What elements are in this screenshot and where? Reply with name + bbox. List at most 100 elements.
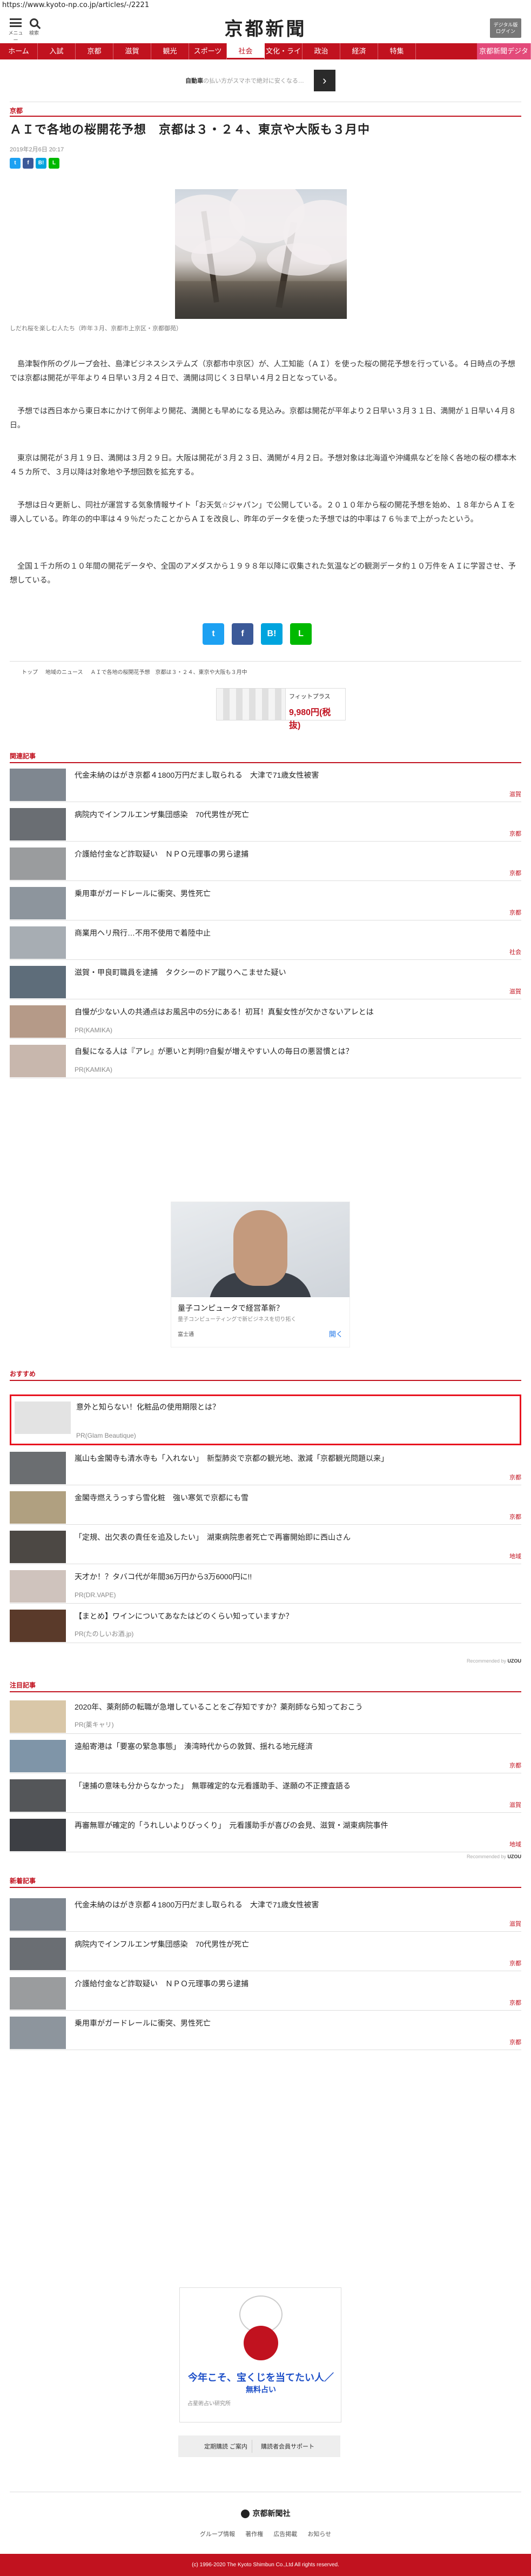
digital-login-button[interactable]: デジタル版 ログイン (490, 18, 521, 38)
list-item-title: 乗用車がガードレールに衝突、男性死亡 (75, 889, 211, 898)
line-icon[interactable]: L (49, 158, 59, 169)
ad-strip[interactable]: 自動車の払い方がスマホで絶対に安くなる… › (176, 69, 345, 92)
nav-item-tourism[interactable]: 観光 (151, 43, 189, 59)
list-item-tag: 滋賀 (509, 1802, 521, 1808)
list-item[interactable]: 自慢が少ない人の共通点はお風呂中の5分にある！初耳！真髪女性が欠かさないアレとは… (10, 1002, 521, 1039)
list-item[interactable]: 乗用車がガードレールに衝突、男性死亡 京都 (10, 2013, 521, 2050)
member-support-link[interactable]: 購読者会員サポート (257, 2440, 319, 2453)
list-item-title: 遠船寄港は「要塞の緊急事態」 湊湾時代からの敦賀、揺れる地元経済 (75, 1742, 313, 1751)
site-logo[interactable]: 京都新聞 (0, 14, 531, 41)
list-item[interactable]: 【まとめ】ワインについてあなたはどのくらい知っていますか？ PR(たのしいお酒.j… (10, 1606, 521, 1643)
list-item[interactable]: 滋賀・甲良町職員を逮捕 タクシーのドア蹴りへこませた疑い 滋賀 (10, 963, 521, 999)
list-item-tag: 京都 (509, 2000, 521, 2006)
ad-image (171, 1202, 349, 1297)
nav-item-features[interactable]: 特集 (378, 43, 416, 59)
list-item-title: 天才か！？タバコ代が年間36万円から3万6000円に!! (75, 1572, 252, 1581)
nav-item-sports[interactable]: スポーツ (189, 43, 227, 59)
chevron-right-icon[interactable]: › (313, 70, 335, 91)
bottom-ad-line2: 無料占い (246, 2385, 276, 2394)
list-item-tag: 京都 (509, 1474, 521, 1481)
ad-strip-prefix: 自動車 (185, 78, 204, 84)
list-item[interactable]: 病院内でインフルエンザ集団感染 70代男性が死亡京都 (10, 1934, 521, 1971)
site-header: メニュー 検索 京都新聞 デジタル版 ログイン (0, 11, 531, 43)
lucky-cat-icon (234, 2295, 288, 2360)
uzou-logo: UZOU (507, 1854, 522, 1859)
list-item[interactable]: 乗用車がガードレールに衝突、男性死亡 京都 (10, 884, 521, 920)
thumbnail (10, 1531, 66, 1563)
sponsor-label: PR(Glam Beautique) (76, 1432, 136, 1439)
section-rule (10, 762, 521, 763)
list-item[interactable]: 代金未納のはがき京都４1800万円だまし取られる 大津で71歳女性被害 滋賀 (10, 1895, 521, 1932)
ad-source: 富士通 (178, 1332, 194, 1338)
list-item[interactable]: 代金未納のはがき京都４1800万円だまし取られる 大津で71歳女性被害 滋賀 (10, 765, 521, 802)
list-item[interactable]: 病院内でインフルエンザ集団感染 70代男性が死亡 京都 (10, 805, 521, 842)
list-item[interactable]: 2020年、薬剤師の転職が急増していることをご存知ですか？薬剤師なら知っておこう… (10, 1697, 521, 1734)
ad-banner[interactable]: フィットプラス 9,980円(税抜) (216, 688, 346, 730)
nav-item-economy[interactable]: 経済 (340, 43, 378, 59)
facebook-icon[interactable]: f (232, 623, 253, 645)
list-item[interactable]: 遠船寄港は「要塞の緊急事態」 湊湾時代からの敦賀、揺れる地元経済京都 (10, 1737, 521, 1773)
list-item[interactable]: 再審無罪が確定的「うれしいよりびっくり」 元看護助手が喜びの会見、滋賀・湖東病院… (10, 1816, 521, 1852)
list-item[interactable]: 天才か！？タバコ代が年間36万円から3万6000円に!! PR(DR.VAPE) (10, 1567, 521, 1604)
footer-link[interactable]: お知らせ (307, 2531, 331, 2538)
section-label[interactable]: 京都 (10, 106, 23, 115)
recommended-by-text: Recommended by (466, 1854, 506, 1859)
list-item[interactable]: 介護給付金など詐取疑い ＮＰＯ元理事の男ら逮捕 京都 (10, 844, 521, 881)
thumbnail (10, 1819, 66, 1851)
list-item-title: 意外と知らない！化粧品の使用期限とは？ (76, 1403, 220, 1411)
list-item[interactable]: 商業用ヘリ飛行…不用不使用で着陸中止 社会 (10, 923, 521, 960)
list-item-title: 金閣寺燃えうっすら雪化粧 強い寒気で京都にも雪 (75, 1493, 248, 1502)
footer-logo-text: 京都新聞社 (252, 2509, 291, 2518)
list-item-tag: 京都 (509, 1763, 521, 1769)
list-item-title: 再審無罪が確定的「うれしいよりびっくり」 元看護助手が喜びの会見、滋賀・湖東病院… (75, 1821, 388, 1830)
list-item-title: 病院内でインフルエンザ集団感染 70代男性が死亡 (75, 810, 250, 819)
list-item[interactable]: 金閣寺燃えうっすら雪化粧 強い寒気で京都にも雪 京都 (10, 1488, 521, 1525)
sponsor-label: PR(DR.VAPE) (75, 1591, 116, 1599)
nav-item-society[interactable]: 社会 (227, 43, 265, 59)
list-item[interactable]: 嵐山も金閣寺も清水寺も「入れない」 新型肺炎で京都の観光地、激減「京都観光問題以… (10, 1449, 521, 1485)
nav-item-politics[interactable]: 政治 (303, 43, 340, 59)
recommended-by[interactable]: Recommended by UZOU (467, 1854, 521, 1859)
twitter-icon[interactable]: t (203, 623, 224, 645)
list-item-title: 病院内でインフルエンザ集団感染 70代男性が死亡 (75, 1940, 250, 1948)
recommended-by[interactable]: Recommended by UZOU (467, 1658, 521, 1664)
thumbnail (10, 1570, 66, 1603)
footer-link[interactable]: 広告掲載 (273, 2531, 297, 2538)
nav-item-home[interactable]: ホーム (0, 43, 38, 59)
list-item-title: 滋賀・甲良町職員を逮捕 タクシーのドア蹴りへこませた疑い (75, 968, 286, 977)
url-bar[interactable]: https://www.kyoto-np.co.jp/articles/-/22… (0, 0, 531, 11)
kyoto-logo-icon (240, 2510, 250, 2519)
list-item-tag: 京都 (509, 1960, 521, 1967)
footer-link[interactable]: グループ情報 (200, 2531, 235, 2538)
breadcrumb-item[interactable]: 地域のニュース (45, 668, 83, 676)
subscribe-link[interactable]: 定期購読 ご案内 (200, 2440, 253, 2453)
nav-item-digital[interactable]: 京都新聞デジタル (477, 43, 531, 71)
footer-logo[interactable]: 京都新聞社 (0, 2508, 531, 2519)
breadcrumb-item[interactable]: トップ (22, 668, 38, 676)
ad-banner-image (217, 689, 286, 720)
thumbnail (10, 1045, 66, 1077)
list-item[interactable]: 意外と知らない！化粧品の使用期限とは？ PR(Glam Beautique) (10, 1394, 521, 1445)
uzou-logo: UZOU (507, 1658, 522, 1664)
nav-item-exam[interactable]: 入試 (38, 43, 76, 59)
facebook-icon[interactable]: f (23, 158, 33, 169)
footer-link[interactable]: 著作権 (245, 2531, 263, 2538)
thumbnail (10, 966, 66, 998)
article-date: 2019年2月6日 20:17 (10, 146, 64, 153)
bottom-ad[interactable]: 今年こそ、宝くじを当てたい人／ 無料占い 占星術占い研究所 (179, 2287, 341, 2422)
hatena-icon[interactable]: B! (36, 158, 46, 169)
thumbnail (10, 887, 66, 919)
hatena-icon[interactable]: B! (261, 623, 283, 645)
twitter-icon[interactable]: t (10, 158, 21, 169)
subscribe-links: 定期購読 ご案内 購読者会員サポート (178, 2435, 340, 2457)
ad-open-button[interactable]: 開く (329, 1329, 343, 1339)
list-item[interactable]: 自髪になる人は『アレ』が悪いと判明!?自髪が増えやすい人の毎日の悪習慣とは？ PR… (10, 1042, 521, 1078)
list-item[interactable]: 「定規、出欠表の責任を追及したい」 湖東病院患者死亡で再審開始即に西山さん 地域 (10, 1527, 521, 1564)
nav-item-shiga[interactable]: 滋賀 (113, 43, 151, 59)
list-item[interactable]: 介護給付金など詐取疑い ＮＰＯ元理事の男ら逮捕 京都 (10, 1974, 521, 2011)
nav-item-culture[interactable]: 文化・ライフ (265, 43, 303, 71)
line-icon[interactable]: L (290, 623, 312, 645)
native-ad[interactable]: 量子コンピュータで経営革新？ 量子コンピューティングで新ビジネスを切り拓く 富士… (171, 1202, 350, 1347)
nav-item-kyoto[interactable]: 京都 (76, 43, 113, 59)
list-item[interactable]: 「速捕の意味も分からなかった」 無罪確定的な元看護助手、遂願の不正捜査語る 滋賀 (10, 1776, 521, 1813)
